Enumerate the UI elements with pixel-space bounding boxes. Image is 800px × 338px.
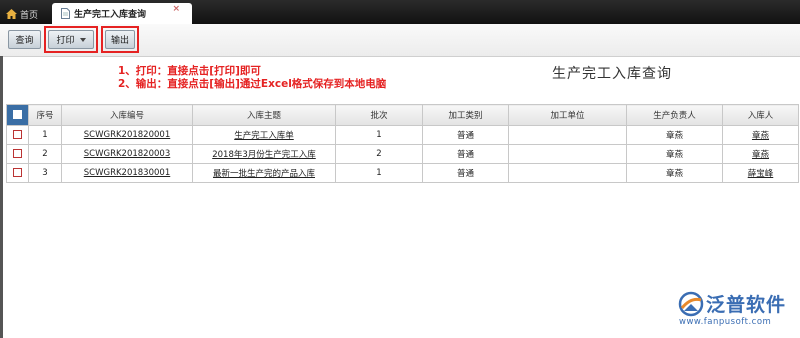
chevron-down-icon <box>79 37 86 42</box>
row-checkbox[interactable] <box>13 149 22 158</box>
receiver-link[interactable]: 章燕 <box>752 150 769 160</box>
brand-logo: 泛普软件 www.fanpusoft.com <box>676 287 796 333</box>
cell-receiver: 薛宝峰 <box>722 163 799 183</box>
data-table: 序号 入库编号 入库主题 批次 加工类别 加工单位 生产负责人 入库人 1 SC… <box>6 104 799 183</box>
cell-no: 2 <box>28 144 62 164</box>
page-title: 生产完工入库查询 <box>552 66 672 82</box>
col-header-code[interactable]: 入库编号 <box>61 104 193 126</box>
table-row: 3 SCWGRK201830001 最新一批生产完的产品入库 1 普通 章燕 薛… <box>6 163 799 183</box>
cell-batch: 1 <box>335 125 423 145</box>
logo-mark-icon <box>678 291 704 317</box>
instruction-export: 2、输出：直接点击[输出]通过Excel格式保存到本地电脑 <box>118 78 387 90</box>
export-button-label: 输出 <box>110 36 129 46</box>
col-header-manager[interactable]: 生产负责人 <box>626 104 723 126</box>
select-all-cell[interactable] <box>6 104 29 126</box>
row-checkbox-cell[interactable] <box>6 144 29 164</box>
cell-manager: 章燕 <box>626 125 723 145</box>
cell-code: SCWGRK201820001 <box>61 125 193 145</box>
col-header-unit[interactable]: 加工单位 <box>508 104 627 126</box>
cell-category: 普通 <box>422 163 509 183</box>
table-row: 1 SCWGRK201820001 生产完工入库单 1 普通 章燕 章燕 <box>6 125 799 145</box>
receiver-link[interactable]: 薛宝峰 <box>748 169 774 179</box>
col-header-batch[interactable]: 批次 <box>335 104 423 126</box>
col-header-receiver[interactable]: 入库人 <box>722 104 799 126</box>
row-checkbox[interactable] <box>13 168 22 177</box>
row-checkbox-cell[interactable] <box>6 163 29 183</box>
toolbar: 查询 打印 输出 <box>0 24 800 57</box>
cell-no: 3 <box>28 163 62 183</box>
home-icon <box>6 9 17 19</box>
cell-unit <box>508 125 627 145</box>
cell-subject: 生产完工入库单 <box>192 125 336 145</box>
export-button[interactable]: 输出 <box>105 30 135 49</box>
subject-link[interactable]: 最新一批生产完的产品入库 <box>213 169 315 179</box>
cell-unit <box>508 163 627 183</box>
cell-manager: 章燕 <box>626 163 723 183</box>
cell-receiver: 章燕 <box>722 125 799 145</box>
cell-batch: 2 <box>335 144 423 164</box>
cell-unit <box>508 144 627 164</box>
code-link[interactable]: SCWGRK201820003 <box>84 149 170 159</box>
table-header-row: 序号 入库编号 入库主题 批次 加工类别 加工单位 生产负责人 入库人 <box>6 104 799 126</box>
query-button-label: 查询 <box>15 36 34 46</box>
query-button[interactable]: 查询 <box>8 30 41 49</box>
cell-manager: 章燕 <box>626 144 723 164</box>
logo-url: www.fanpusoft.com <box>679 317 772 327</box>
cell-receiver: 章燕 <box>722 144 799 164</box>
code-link[interactable]: SCWGRK201830001 <box>84 168 170 178</box>
cell-code: SCWGRK201820003 <box>61 144 193 164</box>
close-icon[interactable]: × <box>172 4 180 14</box>
subject-link[interactable]: 生产完工入库单 <box>234 131 294 141</box>
tab-bar: 首页 生产完工入库查询 × <box>0 0 800 24</box>
cell-no: 1 <box>28 125 62 145</box>
col-header-no[interactable]: 序号 <box>28 104 62 126</box>
frame-left-border <box>0 56 3 338</box>
receiver-link[interactable]: 章燕 <box>752 131 769 141</box>
print-button[interactable]: 打印 <box>48 30 94 49</box>
print-button-label: 打印 <box>56 36 75 46</box>
code-link[interactable]: SCWGRK201820001 <box>84 130 170 140</box>
tab-home-label: 首页 <box>20 10 39 21</box>
cell-batch: 1 <box>335 163 423 183</box>
tab-label: 生产完工入库查询 <box>74 10 147 20</box>
cell-code: SCWGRK201830001 <box>61 163 193 183</box>
tab-home[interactable]: 首页 <box>6 5 38 23</box>
cell-category: 普通 <box>422 125 509 145</box>
col-header-subject[interactable]: 入库主题 <box>192 104 336 126</box>
row-checkbox-cell[interactable] <box>6 125 29 145</box>
row-checkbox[interactable] <box>13 130 22 139</box>
select-all-checkbox[interactable] <box>13 110 22 119</box>
subject-link[interactable]: 2018年3月份生产完工入库 <box>212 150 316 160</box>
document-icon <box>61 8 70 19</box>
logo-name: 泛普软件 <box>706 294 787 316</box>
tab-production-query[interactable]: 生产完工入库查询 × <box>52 3 192 24</box>
cell-category: 普通 <box>422 144 509 164</box>
col-header-category[interactable]: 加工类别 <box>422 104 509 126</box>
table-row: 2 SCWGRK201820003 2018年3月份生产完工入库 2 普通 章燕… <box>6 144 799 164</box>
cell-subject: 最新一批生产完的产品入库 <box>192 163 336 183</box>
cell-subject: 2018年3月份生产完工入库 <box>192 144 336 164</box>
